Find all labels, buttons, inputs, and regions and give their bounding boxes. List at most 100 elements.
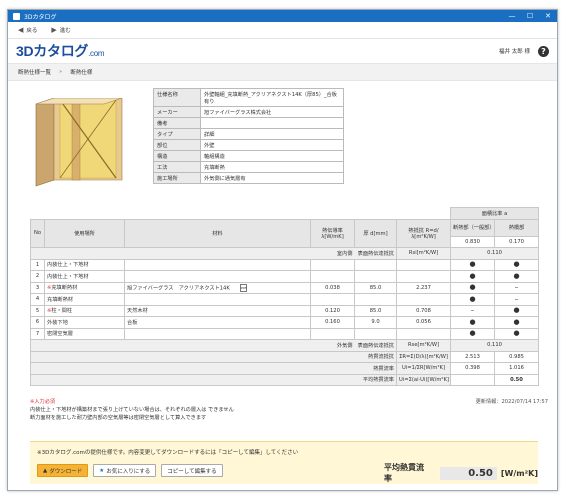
logo[interactable]: 3Dカタログ.com [16, 41, 105, 61]
table-row: 5 ※柱・間柱 天然木材 0.120 85.0 0.708 – ● [30, 304, 540, 317]
copy-edit-button[interactable]: コピーして編集する [161, 464, 223, 477]
row-location[interactable]: ※柱・間柱 [44, 304, 125, 317]
header: 3Dカタログ.com 福井 太郎 様 ? [8, 39, 557, 63]
outdoor-symbol: Rse[m²K/W] [396, 339, 451, 352]
user-name[interactable]: 福井 太郎 様 [499, 47, 530, 55]
table-row: 6 外装下地 合板 0.160 9.0 0.056 ● ● [30, 316, 540, 329]
outdoor-value: 0.110 [449, 339, 540, 352]
logo-text: 3Dカタログ [16, 43, 89, 59]
ratio-group-header: 面積比率 a [449, 207, 540, 220]
col-no: No [30, 218, 45, 248]
row-conductivity: 0.038 [310, 281, 355, 294]
row-location[interactable]: 外装下地 [44, 316, 125, 329]
table-row: 1 内装仕上・下地材 ● ● [30, 258, 540, 271]
row-no: 6 [30, 316, 45, 329]
row-resistance [396, 258, 451, 271]
row-no: 5 [30, 304, 45, 317]
row-thickness [354, 327, 397, 340]
row-material[interactable]: 天然木材 [124, 304, 311, 317]
download-label: ダウンロード [49, 468, 83, 475]
info-message: ※3Dカタログ.comの提供仕様です。内容変更してダウンロードするには「コピーし… [37, 450, 299, 456]
row-no: 3 [30, 281, 45, 294]
row-location-text: 内装仕上・下地材 [47, 273, 89, 280]
row-location[interactable]: 内装仕上・下地材 [44, 270, 125, 283]
outdoor-label: 外気側 表面熱伝達抵抗 [30, 339, 397, 352]
row-material[interactable] [124, 293, 311, 306]
total-symbol: ΣR=Σ(D/λ)[m²K/W] [396, 350, 451, 363]
back-label: 戻る [26, 28, 38, 34]
calc-table: 面積比率 a No 使用場所 材料 熱伝導率 λ[W/mK] 厚 d[mm] 熱… [30, 207, 540, 386]
col-resistance: 熱抵抗 R=d/λ[m²K/W] [396, 218, 451, 248]
app-icon [13, 12, 20, 20]
favorite-button[interactable]: ★ お気に入りにする [93, 464, 157, 477]
help-icon[interactable]: ? [538, 45, 549, 57]
row-no: 1 [30, 258, 45, 271]
title-bar: 3Dカタログ — ☐ ✕ [8, 10, 557, 22]
row-conductivity [310, 258, 355, 271]
download-icon: ▲ [43, 467, 48, 474]
spec-value: 外壁軸組_充填断熱_アクリアネクスト14K（厚85）_合板有り [200, 88, 344, 107]
average-u-summary-value: 0.50 [439, 466, 497, 480]
row-resistance: 0.708 [396, 304, 451, 317]
forward-label: 進む [59, 28, 71, 34]
row-resistance: 0.056 [396, 316, 451, 329]
pdf-icon[interactable]: PDF [239, 283, 247, 292]
download-button[interactable]: ▲ ダウンロード [37, 464, 89, 477]
row-resistance [396, 293, 451, 306]
row-material[interactable] [124, 258, 311, 271]
spec-value: 外気側に通気層有 [200, 172, 344, 184]
row-location[interactable]: 内装仕上・下地材 [44, 258, 125, 271]
minimize-button[interactable]: — [503, 12, 521, 20]
row-part-a-mark: ● [450, 281, 495, 294]
bottom-panel: ※3Dカタログ.comの提供仕様です。内容変更してダウンロードするには「コピーし… [30, 441, 538, 484]
col-material: 材料 [124, 218, 311, 248]
row-location[interactable]: ※充填断熱材 [44, 281, 125, 294]
spec-key: 備考 [153, 117, 201, 129]
forward-button[interactable]: ▶ 進む [51, 26, 70, 34]
row-part-a-mark: ● [450, 270, 495, 283]
maximize-button[interactable]: ☐ [521, 12, 539, 20]
spec-key: 施工場所 [153, 172, 201, 184]
row-material[interactable] [124, 327, 311, 340]
row-no: 2 [30, 270, 45, 283]
row-material[interactable]: 合板 [124, 316, 311, 329]
col-conductivity: 熱伝導率 λ[W/mK] [310, 218, 355, 248]
note-line: 内装仕上・下地材が構築材まで張り上げていない場合は、それぞれの層入は できません [30, 407, 234, 413]
average-u-summary: 平均熱貫流率 0.50 [W/m²K] [384, 462, 538, 484]
row-location[interactable]: 充填断熱材 [44, 293, 125, 306]
row-location-text: 外装下地 [47, 319, 68, 326]
notes: ※入力必須 内装仕上・下地材が構築材まで張り上げていない場合は、それぞれの層入は… [30, 398, 234, 422]
table-row: 2 内装仕上・下地材 ● ● [30, 270, 540, 283]
row-material[interactable] [124, 270, 311, 283]
logo-suffix: .com [88, 49, 105, 58]
row-location[interactable]: 密閉空気層 [44, 327, 125, 340]
breadcrumb: 断熱仕様一覧 » 断熱仕様 [8, 63, 557, 81]
col-location: 使用場所 [44, 218, 125, 248]
row-no: 7 [30, 327, 45, 340]
row-location-text: 内装仕上・下地材 [47, 262, 89, 269]
row-thickness [354, 293, 397, 306]
row-part-b-mark: ● [493, 304, 540, 317]
row-part-a-mark: ● [450, 327, 495, 340]
row-material[interactable]: 旭ファイバーグラス アクリアネクスト14K PDF [124, 281, 311, 294]
row-location-text: 充填断熱材 [51, 285, 78, 292]
table-row: 7 密閉空気層 ● ● [30, 327, 540, 340]
average-u-label: 平均熱貫流率 [384, 463, 424, 483]
row-part-b-mark: ● [493, 270, 540, 283]
breadcrumb-spec-list[interactable]: 断熱仕様一覧 [18, 68, 51, 76]
note-line: 断力面材を施工した耐力壁内部の空気層等は密閉空気層として算入できます [30, 415, 207, 421]
forward-arrow-icon: ▶ [51, 26, 57, 34]
total-label: 熱貫流抵抗 [30, 350, 397, 363]
row-part-b-mark: – [493, 281, 540, 294]
spec-value [200, 117, 344, 129]
table-row: 3 ※充填断熱材 旭ファイバーグラス アクリアネクスト14K PDF 0.038 … [30, 281, 540, 294]
toolbar: ◀ 戻る ▶ 進む [8, 22, 557, 39]
close-button[interactable]: ✕ [539, 12, 557, 20]
spec-value: 詳細 [200, 128, 344, 140]
back-button[interactable]: ◀ 戻る [18, 26, 37, 34]
col-part-b: 熱橋部 [493, 218, 540, 237]
spec-value: 軸組構造 [200, 150, 344, 162]
indoor-value: 0.110 [449, 247, 540, 260]
row-conductivity [310, 327, 355, 340]
col-thickness: 厚 d[mm] [354, 218, 397, 248]
